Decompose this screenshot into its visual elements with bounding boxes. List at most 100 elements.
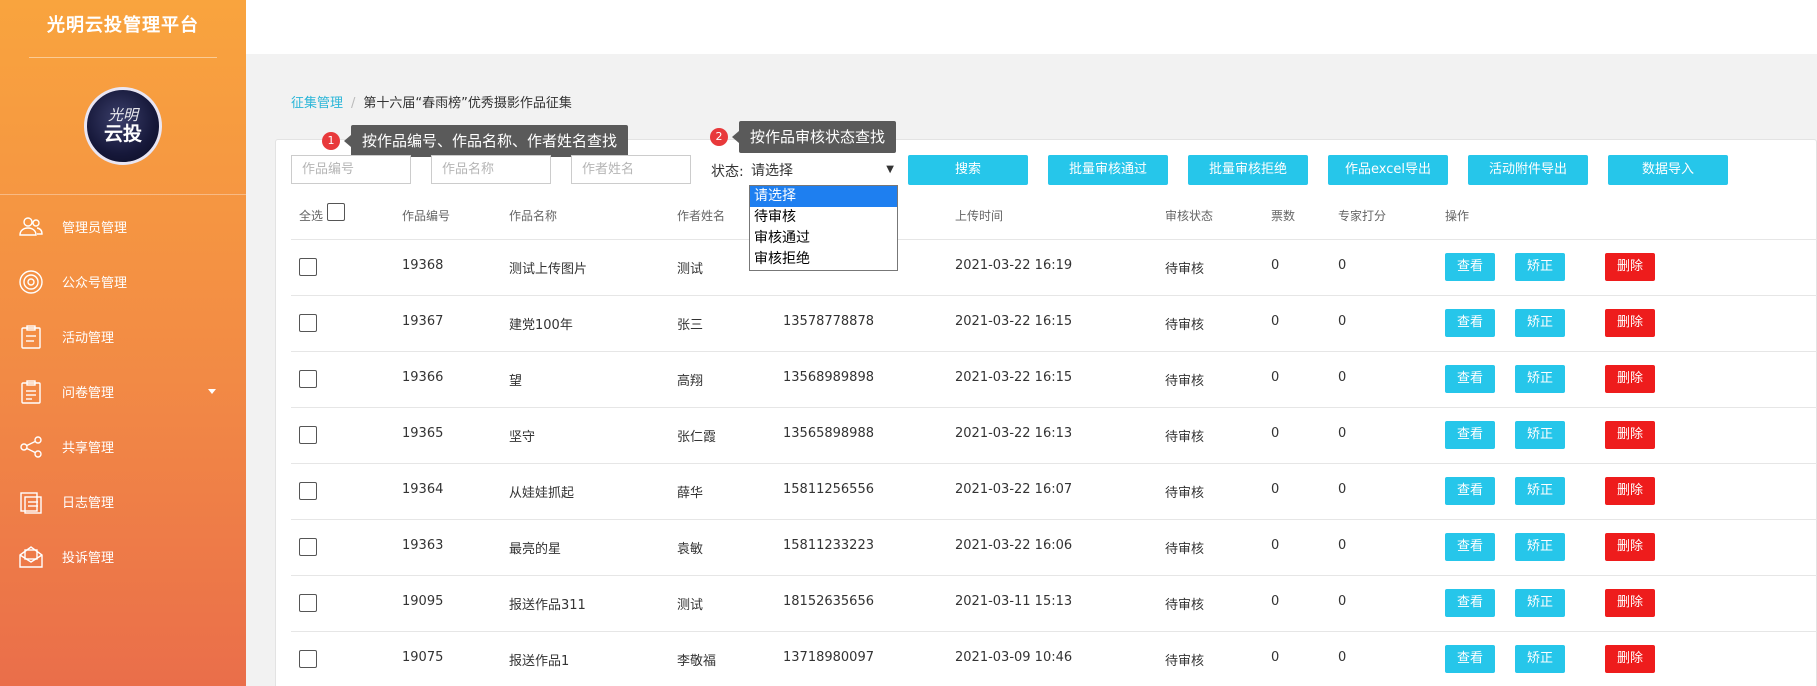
correct-button[interactable]: 矫正 [1515,253,1565,281]
cell-upload-time: 2021-03-22 16:13 [955,426,1073,441]
cell-votes: 0 [1271,314,1280,329]
row-checkbox[interactable] [299,650,317,668]
cell-votes: 0 [1271,370,1280,385]
view-button[interactable]: 查看 [1445,477,1495,505]
row-divider [291,463,1817,464]
batch-approve-button[interactable]: 批量审核通过 [1048,155,1168,185]
sidebar-item-label: 问卷管理 [62,386,115,401]
row-checkbox[interactable] [299,538,317,556]
row-checkbox[interactable] [299,258,317,276]
view-button[interactable]: 查看 [1445,533,1495,561]
cell-author: 高翔 [677,374,704,389]
header-work-name: 作品名称 [509,209,558,223]
breadcrumb: 征集管理 / 第十六届“春雨榜”优秀摄影作品征集 [291,92,572,111]
sidebar-item-survey[interactable]: 问卷管理 [0,364,246,419]
row-checkbox[interactable] [299,370,317,388]
cell-phone: 13565898988 [783,426,874,441]
row-checkbox[interactable] [299,594,317,612]
correct-button[interactable]: 矫正 [1515,589,1565,617]
export-excel-button[interactable]: 作品excel导出 [1328,155,1448,185]
delete-button[interactable]: 删除 [1605,589,1655,617]
delete-button[interactable]: 删除 [1605,253,1655,281]
sidebar-item-log[interactable]: 日志管理 [0,474,246,529]
correct-button[interactable]: 矫正 [1515,645,1565,673]
cell-phone: 13578778878 [783,314,874,329]
cell-work-id: 19365 [402,426,444,441]
view-button[interactable]: 查看 [1445,309,1495,337]
cell-work-id: 19075 [402,650,444,665]
status-option[interactable]: 请选择 [750,186,897,207]
status-option[interactable]: 审核拒绝 [750,249,897,270]
row-checkbox[interactable] [299,314,317,332]
header-select-all: 全选 [299,209,324,223]
work-id-input[interactable] [291,155,411,184]
view-button[interactable]: 查看 [1445,589,1495,617]
mail-icon [18,544,44,570]
breadcrumb-current: 第十六届“春雨榜”优秀摄影作品征集 [363,96,572,111]
sidebar-item-complaint[interactable]: 投诉管理 [0,529,246,584]
breadcrumb-parent-link[interactable]: 征集管理 [291,96,343,111]
correct-button[interactable]: 矫正 [1515,365,1565,393]
chevron-down-icon [208,389,216,394]
sidebar-item-activity[interactable]: 活动管理 [0,309,246,364]
view-button[interactable]: 查看 [1445,645,1495,673]
batch-reject-button[interactable]: 批量审核拒绝 [1188,155,1308,185]
status-select-value: 请选择 [751,162,793,179]
delete-button[interactable]: 删除 [1605,533,1655,561]
sidebar: 光明云投管理平台 光明 云投 管理员管理 公众号管理 活动管理 问卷管理 共享管… [0,0,246,686]
row-checkbox[interactable] [299,482,317,500]
view-button[interactable]: 查看 [1445,253,1495,281]
sidebar-item-official-account[interactable]: 公众号管理 [0,254,246,309]
logo-text-top: 光明 [107,106,138,124]
sidebar-menu: 管理员管理 公众号管理 活动管理 问卷管理 共享管理 日志管理 投诉管理 [0,199,246,584]
correct-button[interactable]: 矫正 [1515,477,1565,505]
cell-expert-score: 0 [1338,314,1347,329]
row-checkbox[interactable] [299,426,317,444]
delete-button[interactable]: 删除 [1605,365,1655,393]
select-all-checkbox[interactable] [327,203,345,221]
search-button[interactable]: 搜索 [908,155,1028,185]
correct-button[interactable]: 矫正 [1515,309,1565,337]
view-button[interactable]: 查看 [1445,365,1495,393]
cell-votes: 0 [1271,538,1280,553]
status-option[interactable]: 待审核 [750,207,897,228]
work-name-input[interactable] [431,155,551,184]
tip-number-badge: 1 [322,132,340,150]
sidebar-item-admin[interactable]: 管理员管理 [0,199,246,254]
cell-phone: 13568989898 [783,370,874,385]
logo-area: 光明 云投 [0,58,246,195]
cell-work-id: 19366 [402,370,444,385]
search-tip: 按作品编号、作品名称、作者姓名查找 [343,125,629,157]
sidebar-item-label: 共享管理 [62,441,115,456]
cell-phone: 15811256556 [783,482,874,497]
cell-work-id: 19367 [402,314,444,329]
cell-review-status: 待审核 [1165,542,1205,557]
delete-button[interactable]: 删除 [1605,421,1655,449]
delete-button[interactable]: 删除 [1605,477,1655,505]
author-name-input[interactable] [571,155,691,184]
header-upload-time: 上传时间 [955,209,1004,223]
cell-votes: 0 [1271,482,1280,497]
status-select[interactable]: 请选择 ▼ [747,156,898,183]
header-author: 作者姓名 [677,209,726,223]
sidebar-item-label: 公众号管理 [62,276,128,291]
sidebar-item-share[interactable]: 共享管理 [0,419,246,474]
header-review-status: 审核状态 [1165,209,1214,223]
view-button[interactable]: 查看 [1445,421,1495,449]
row-divider [291,407,1817,408]
cell-work-name: 报送作品1 [509,654,570,669]
cell-upload-time: 2021-03-11 15:13 [955,594,1073,609]
sidebar-item-label: 投诉管理 [62,551,115,566]
import-data-button[interactable]: 数据导入 [1608,155,1728,185]
correct-button[interactable]: 矫正 [1515,421,1565,449]
correct-button[interactable]: 矫正 [1515,533,1565,561]
delete-button[interactable]: 删除 [1605,645,1655,673]
delete-button[interactable]: 删除 [1605,309,1655,337]
export-attachments-button[interactable]: 活动附件导出 [1468,155,1588,185]
cell-votes: 0 [1271,426,1280,441]
cell-phone: 18152635656 [783,594,874,609]
status-option[interactable]: 审核通过 [750,228,897,249]
cell-author: 测试 [677,262,704,277]
row-divider [291,519,1817,520]
row-divider [291,295,1817,296]
